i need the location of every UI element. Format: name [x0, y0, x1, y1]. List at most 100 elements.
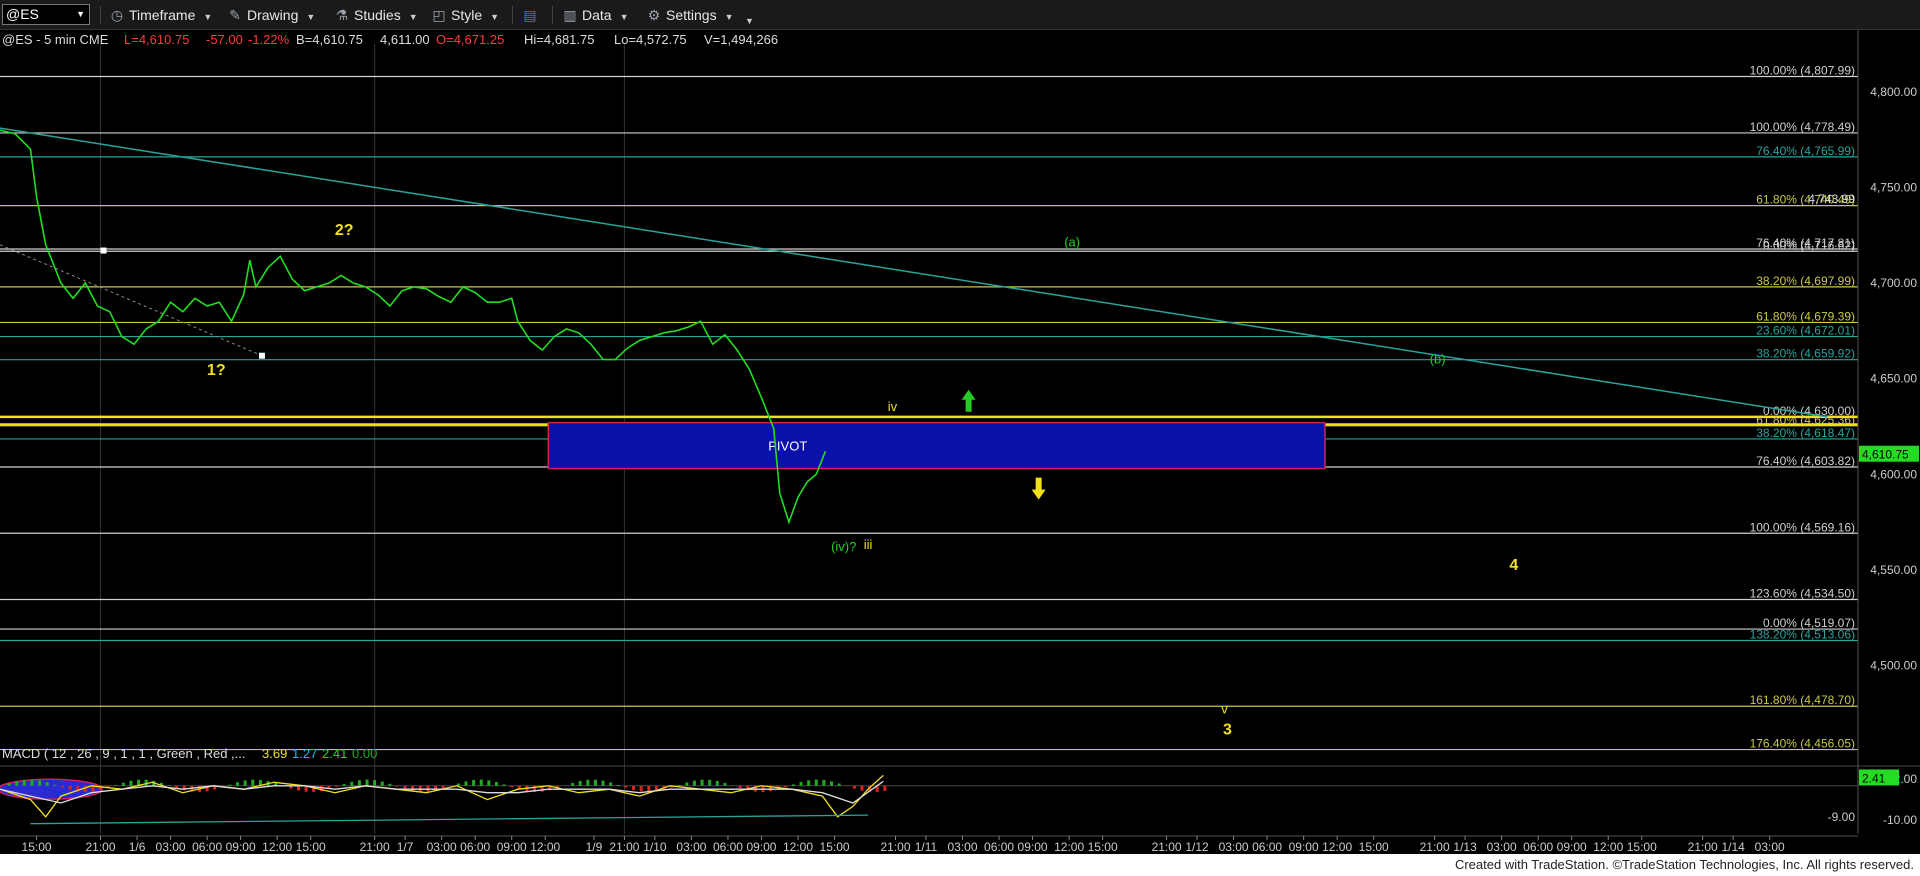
- macd-histogram-bar: [510, 785, 514, 788]
- toolbar-divider: [512, 6, 513, 24]
- macd-histogram-bar: [494, 782, 498, 786]
- price-axis-tick: 4,500.00: [1870, 659, 1917, 673]
- style-label: Style: [451, 7, 483, 23]
- macd-histogram-bar: [799, 782, 803, 786]
- price-chart[interactable]: 100.00% (4,807.99) 100.00% (4,778.49) 76.4…: [0, 30, 1920, 854]
- macd-histogram-bar: [738, 785, 742, 789]
- footer-copyright: Created with TradeStation. ©TradeStation…: [1454, 857, 1914, 872]
- macd-histogram-bar: [502, 784, 506, 786]
- macd-histogram-bar: [129, 780, 133, 786]
- data-button[interactable]: ▥ Data ▼: [561, 4, 628, 26]
- time-axis-tick: 1/10: [643, 840, 667, 854]
- macd-histogram-bar: [236, 782, 240, 786]
- macd-histogram-bar: [708, 779, 712, 786]
- time-axis-tick: 15:00: [296, 840, 326, 854]
- macd-histogram-bar: [296, 785, 300, 791]
- macd-axis-tick: -10.00: [1883, 813, 1917, 827]
- fib-level-label: 161.80% (4,478.70): [1750, 693, 1855, 707]
- time-axis-tick: 12:00: [262, 840, 292, 854]
- toolbar-divider: [552, 6, 553, 24]
- macd-histogram-bar: [472, 779, 476, 786]
- macd-histogram-bar: [677, 784, 681, 786]
- footer-bar: Created with TradeStation. ©TradeStation…: [0, 854, 1920, 876]
- time-axis-tick: 03:00: [676, 840, 706, 854]
- chevron-down-icon: ▼: [408, 12, 418, 22]
- time-axis-tick: 09:00: [1018, 840, 1048, 854]
- studies-label: Studies: [354, 7, 401, 23]
- symbol-input[interactable]: @ES ▼: [2, 4, 90, 25]
- time-axis-tick: 09:00: [1557, 840, 1587, 854]
- time-axis-tick: 12:00: [530, 840, 560, 854]
- macd-histogram-bar: [411, 785, 415, 791]
- macd-histogram-bar: [807, 780, 811, 786]
- macd-histogram-bar: [350, 781, 354, 786]
- wave-annotation: (b): [1430, 351, 1446, 366]
- studies-button[interactable]: ⚗ Studies ▼: [333, 4, 418, 26]
- macd-legend-value: 0.00: [352, 746, 377, 761]
- time-axis-tick: 03:00: [947, 840, 977, 854]
- time-axis-tick: 03:00: [427, 840, 457, 854]
- layout-button[interactable]: ▤: [521, 4, 542, 26]
- macd-histogram-bar: [175, 785, 179, 788]
- time-axis-tick: 06:00: [1252, 840, 1282, 854]
- wave-annotation: (iv)?: [831, 539, 856, 554]
- macd-histogram-bar: [60, 785, 64, 788]
- drawing-anchor-marker: [100, 247, 107, 254]
- style-button[interactable]: ◰ Style ▼: [430, 4, 499, 26]
- header-high: Hi=4,681.75: [524, 32, 594, 47]
- macd-histogram-bar: [365, 779, 369, 786]
- chart-toolbar: @ES ▼ ◷ Timeframe ▼ ✎ Drawing ▼ ⚗ Studies ▼ ◰ S…: [0, 0, 1920, 30]
- style-icon: ◰: [432, 7, 446, 23]
- time-axis-tick: 21:00: [1152, 840, 1182, 854]
- time-axis-tick: 09:00: [1289, 840, 1319, 854]
- wave-annotation: 1?: [207, 362, 226, 379]
- toolbar-overflow-button[interactable]: ▼: [745, 8, 754, 30]
- macd-histogram-bar: [380, 781, 384, 786]
- fib-level-label: 100.00% (4,807.99): [1750, 64, 1855, 78]
- time-axis-tick: 15:00: [1627, 840, 1657, 854]
- macd-histogram-bar: [45, 782, 49, 786]
- header-open: O=4,671.25: [436, 32, 504, 47]
- macd-histogram-bar: [700, 779, 704, 786]
- macd-histogram-bar: [571, 783, 575, 786]
- time-axis-tick: 21:00: [609, 840, 639, 854]
- fib-level-label: 138.20% (4,513.06): [1750, 628, 1855, 642]
- macd-histogram-bar: [609, 782, 613, 786]
- macd-legend-value: 3.69: [262, 746, 287, 761]
- header-ask: 4,611.00: [380, 32, 430, 47]
- time-axis-tick: 09:00: [746, 840, 776, 854]
- macd-legend-value: 2.41: [322, 746, 347, 761]
- header-change-pct: -1.22%: [248, 32, 290, 47]
- macd-histogram-bar: [784, 785, 788, 788]
- fib-level-label: 23.60% (4,672.01): [1756, 324, 1855, 338]
- toolbar-divider: [100, 6, 101, 24]
- macd-histogram-bar: [464, 781, 468, 786]
- time-axis-tick: 1/6: [129, 840, 146, 854]
- layout-icon: ▤: [523, 7, 537, 23]
- gear-icon: ⚙: [647, 7, 661, 23]
- settings-button[interactable]: ⚙ Settings ▼: [645, 4, 734, 26]
- time-axis-tick: 12:00: [1054, 840, 1084, 854]
- fib-level-label: 100.00% (4,569.16): [1750, 520, 1855, 534]
- macd-histogram-bar: [852, 785, 856, 789]
- macd-histogram-bar: [685, 782, 689, 786]
- chevron-down-icon: ▼: [745, 16, 754, 26]
- wave-annotation: (a): [1064, 235, 1080, 250]
- header-bid: B=4,610.75: [296, 32, 363, 47]
- fib-level-label: 38.20% (4,659.92): [1756, 347, 1855, 361]
- macd-histogram-bar: [357, 780, 361, 786]
- macd-histogram-bar: [53, 784, 57, 786]
- drawing-button[interactable]: ✎ Drawing ▼: [226, 4, 315, 26]
- macd-histogram-bar: [121, 782, 125, 786]
- macd-histogram-bar: [7, 783, 11, 786]
- time-axis-tick: 1/11: [915, 840, 938, 854]
- header-change: -57.00: [206, 32, 243, 47]
- macd-histogram-bar: [487, 780, 491, 786]
- timeframe-button[interactable]: ◷ Timeframe ▼: [108, 4, 212, 26]
- macd-legend: MACD ( 12 , 26 , 9 , 1 , 1 , Green , Red…: [2, 746, 377, 761]
- wave-annotation: iii: [864, 537, 873, 552]
- macd-histogram-bar: [388, 783, 392, 786]
- macd-histogram-bar: [251, 779, 255, 786]
- fib-level-label: 76.40% (4,765.99): [1756, 144, 1855, 158]
- chevron-down-icon: ▼: [724, 12, 734, 22]
